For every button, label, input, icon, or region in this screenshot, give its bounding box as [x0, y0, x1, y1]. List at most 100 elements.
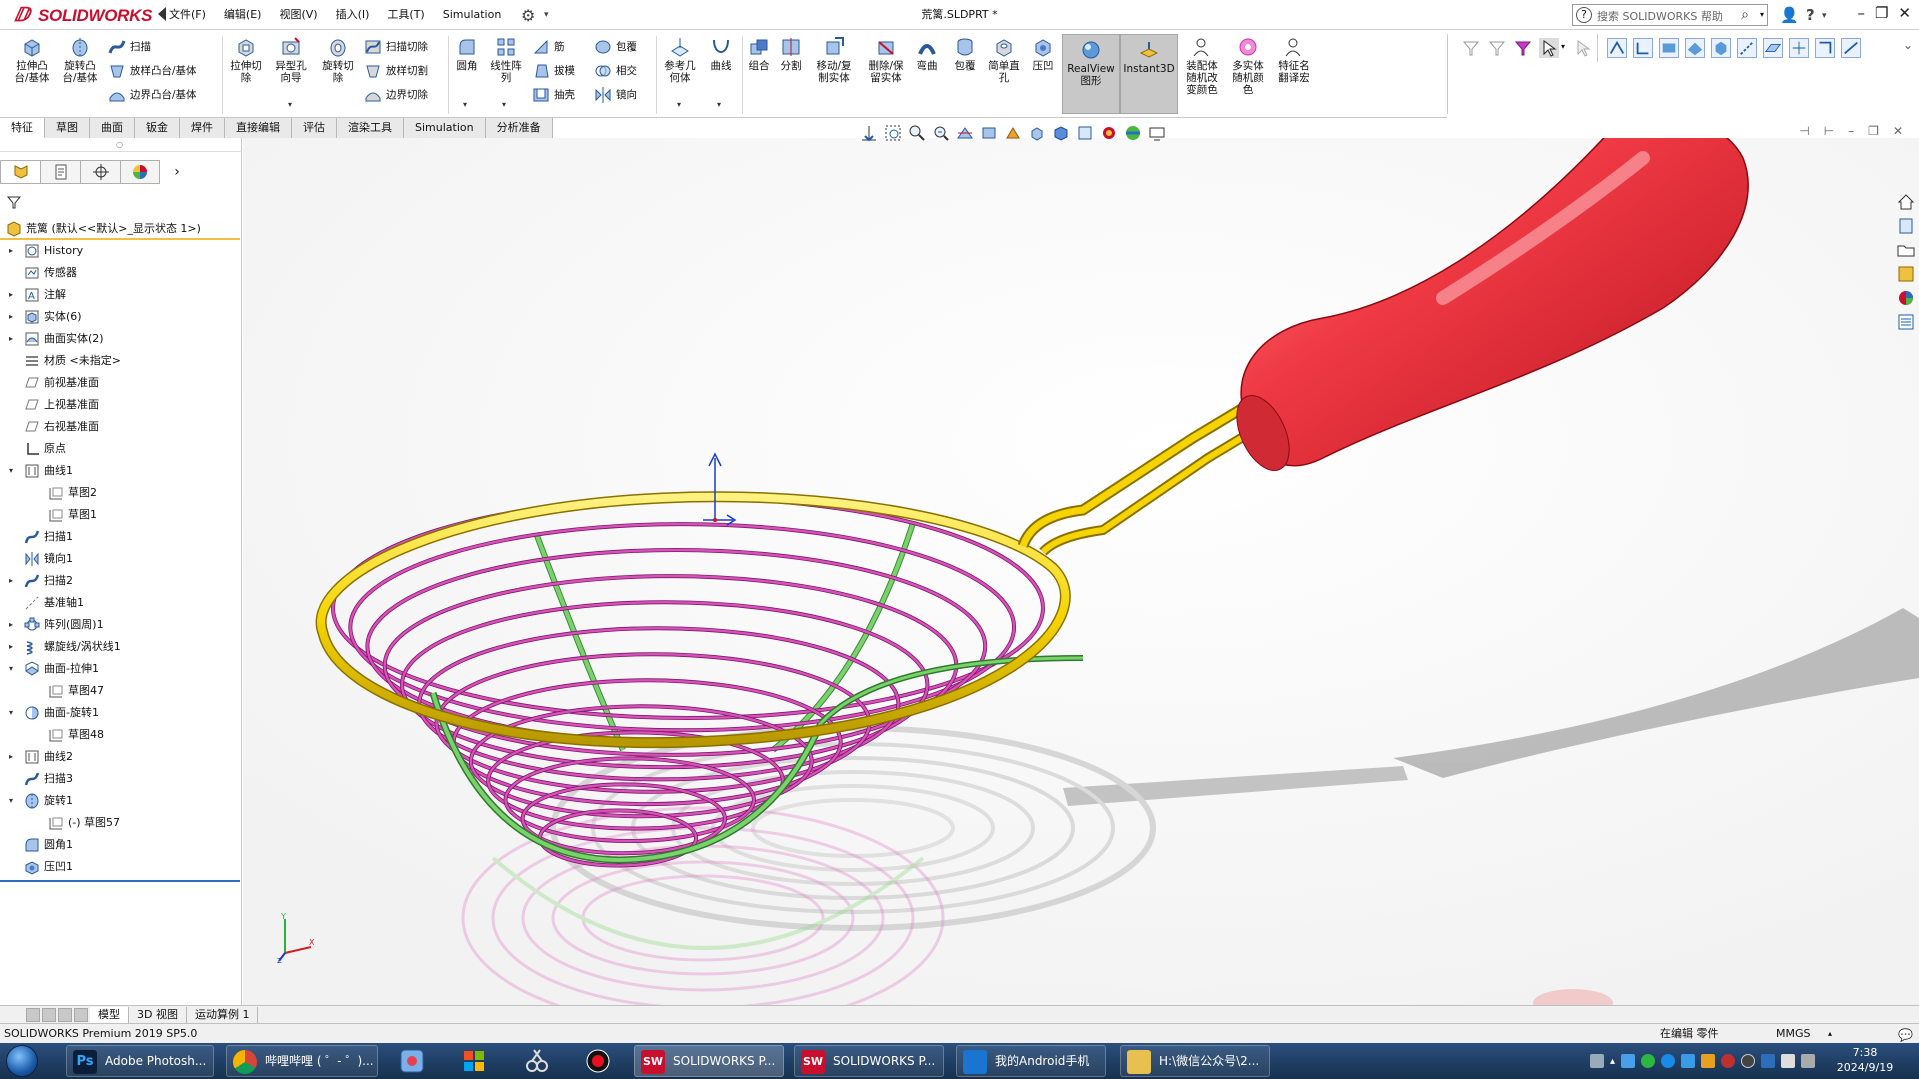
- reference-geometry-button[interactable]: 参考几 何体: [660, 36, 700, 84]
- solidworks-resources-home-icon[interactable]: [1896, 192, 1916, 212]
- wrap-button[interactable]: 包覆: [594, 38, 637, 56]
- tree-node[interactable]: 草图2: [0, 482, 240, 504]
- tab-features[interactable]: 特征: [0, 118, 45, 138]
- disabled-cursor-icon[interactable]: [1573, 38, 1593, 58]
- indent-button[interactable]: 压凹: [1028, 36, 1058, 72]
- boundary-boss-button[interactable]: 边界凸台/基体: [108, 86, 197, 104]
- move-copy-body-button[interactable]: 移动/复 制实体: [810, 36, 858, 84]
- tray-expand-icon[interactable]: ▴: [1610, 1056, 1615, 1067]
- tab-model[interactable]: 模型: [90, 1006, 129, 1023]
- search-icon[interactable]: ⌕: [1741, 7, 1749, 23]
- zoom-to-area-icon[interactable]: [884, 124, 902, 142]
- filter-midpoints-icon[interactable]: [1841, 38, 1861, 58]
- hole-wizard-button[interactable]: 异型孔 向导: [268, 36, 314, 84]
- expand-arrow-icon[interactable]: ▸: [6, 306, 16, 328]
- tree-node[interactable]: ▸ History: [0, 240, 240, 262]
- sweep-button[interactable]: 扫描: [108, 38, 151, 56]
- tree-node[interactable]: 上视基准面: [0, 394, 240, 416]
- zoom-icon[interactable]: [908, 124, 926, 142]
- search-dropdown-icon[interactable]: ▾: [1760, 10, 1764, 19]
- tree-node[interactable]: 扫描1: [0, 526, 240, 548]
- tree-node[interactable]: 原点: [0, 438, 240, 460]
- zoom-selection-icon[interactable]: [932, 124, 950, 142]
- tab-sketch[interactable]: 草图: [45, 118, 90, 138]
- tray-record-icon[interactable]: [1741, 1054, 1756, 1068]
- collapse-arrow-icon[interactable]: ▾: [6, 790, 16, 812]
- close-icon[interactable]: ✕: [1898, 4, 1911, 22]
- tab-weldments[interactable]: 焊件: [180, 118, 225, 138]
- taskbar-solidworks-2[interactable]: SW SOLIDWORKS P...: [794, 1045, 944, 1077]
- tray-app-icon[interactable]: [1621, 1054, 1636, 1068]
- expand-arrow-icon[interactable]: ▸: [6, 284, 16, 306]
- graphics-area[interactable]: Y X Z: [243, 138, 1919, 1008]
- tree-node[interactable]: 草图47: [0, 680, 240, 702]
- filter-planes-icon[interactable]: [1763, 38, 1783, 58]
- extrude-cut-button[interactable]: 拉伸切 除: [226, 36, 266, 84]
- view-palette-icon[interactable]: [1896, 264, 1916, 284]
- filter-icon[interactable]: [1461, 38, 1481, 58]
- scroll-first-icon[interactable]: [26, 1007, 40, 1022]
- tree-node[interactable]: 草图1: [0, 504, 240, 526]
- extrude-boss-button[interactable]: 拉伸凸 台/基体: [8, 36, 56, 84]
- tab-3d-views[interactable]: 3D 视图: [129, 1006, 187, 1023]
- more-tabs-chevron-icon[interactable]: ›: [160, 160, 200, 184]
- shell-button[interactable]: 抽壳: [532, 86, 575, 104]
- loft-boss-button[interactable]: 放样凸台/基体: [108, 62, 197, 80]
- filter-sketch-points-icon[interactable]: [1789, 38, 1809, 58]
- tree-node[interactable]: ▾ 曲面-拉伸1: [0, 658, 240, 680]
- tab-surfaces[interactable]: 曲面: [90, 118, 135, 138]
- configuration-manager-tab[interactable]: [80, 160, 120, 184]
- tree-node[interactable]: 前视基准面: [0, 372, 240, 394]
- snipping-tool-icon[interactable]: [520, 1046, 552, 1076]
- simple-hole-button[interactable]: 简单直 孔: [984, 36, 1024, 84]
- revolve-boss-button[interactable]: 旋转凸 台/基体: [56, 36, 104, 84]
- tree-node[interactable]: ▸ 实体(6): [0, 306, 240, 328]
- tree-node[interactable]: 右视基准面: [0, 416, 240, 438]
- tree-node[interactable]: ▸ 曲面实体(2): [0, 328, 240, 350]
- viewport-collapse-icon[interactable]: ⊣: [1799, 124, 1809, 138]
- tree-node[interactable]: 镜向1: [0, 548, 240, 570]
- instant3d-toggle[interactable]: Instant3D: [1120, 34, 1178, 114]
- sweep-cut-button[interactable]: 扫描切除: [364, 38, 428, 56]
- filter-toggle-icon[interactable]: [1487, 38, 1507, 58]
- feature-manager-tab[interactable]: [0, 160, 40, 184]
- tree-node[interactable]: ▾ 曲面-旋转1: [0, 702, 240, 724]
- delete-keep-body-button[interactable]: 删除/保 留实体: [862, 36, 910, 84]
- tree-node[interactable]: ▾ 曲线1: [0, 460, 240, 482]
- tree-node[interactable]: ▸ A 注解: [0, 284, 240, 306]
- tree-root-part[interactable]: 荒篱 (默认<<默认>_显示状态 1>): [0, 218, 240, 240]
- tray-wechat-icon[interactable]: [1641, 1054, 1656, 1068]
- section-view-icon[interactable]: [956, 124, 974, 142]
- curves-button[interactable]: 曲线: [704, 36, 738, 72]
- tab-analysis-prep[interactable]: 分析准备: [485, 118, 553, 138]
- taskbar-solidworks-1[interactable]: SW SOLIDWORKS P...: [634, 1045, 784, 1077]
- panel-splitter[interactable]: ○: [0, 138, 242, 152]
- tab-sheet-metal[interactable]: 钣金: [135, 118, 180, 138]
- select-dropdown-icon[interactable]: ▾: [1561, 42, 1565, 51]
- select-cursor-icon[interactable]: [1539, 38, 1559, 58]
- tree-node[interactable]: ▸ 螺旋线/涡状线1: [0, 636, 240, 658]
- units-dropdown-icon[interactable]: ▴: [1828, 1024, 1832, 1043]
- dynamic-annotation-icon[interactable]: [980, 124, 998, 142]
- tray-action-center-icon[interactable]: [1801, 1054, 1816, 1068]
- loft-cut-button[interactable]: 放样切割: [364, 62, 428, 80]
- filter-sketch-segments-icon[interactable]: [1815, 38, 1835, 58]
- tree-node[interactable]: ▸ 曲线2: [0, 746, 240, 768]
- tree-node[interactable]: 传感器: [0, 262, 240, 284]
- tab-motion-study-1[interactable]: 运动算例 1: [187, 1006, 259, 1023]
- display-manager-tab[interactable]: [120, 160, 160, 184]
- ref-geom-dropdown-icon[interactable]: ▾: [677, 100, 681, 109]
- filter-faces-icon[interactable]: [1659, 38, 1679, 58]
- expand-arrow-icon[interactable]: ▸: [6, 240, 16, 262]
- rib-button[interactable]: 筋: [532, 38, 565, 56]
- intersect-button[interactable]: 相交: [594, 62, 637, 80]
- tree-node[interactable]: 材质 <未指定>: [0, 350, 240, 372]
- expand-arrow-icon[interactable]: ▸: [6, 328, 16, 350]
- tree-node[interactable]: ▸ 扫描2: [0, 570, 240, 592]
- tree-node[interactable]: 草图48: [0, 724, 240, 746]
- assembly-random-color-button[interactable]: 装配体 随机改 变颜色: [1180, 36, 1224, 96]
- help-search-input[interactable]: ? 搜索 SOLIDWORKS 帮助 ⌕ ▾: [1572, 4, 1768, 26]
- combine-button[interactable]: 组合: [744, 36, 774, 72]
- tray-qq-icon[interactable]: [1661, 1054, 1676, 1068]
- viewport-close-icon[interactable]: ✕: [1893, 124, 1903, 138]
